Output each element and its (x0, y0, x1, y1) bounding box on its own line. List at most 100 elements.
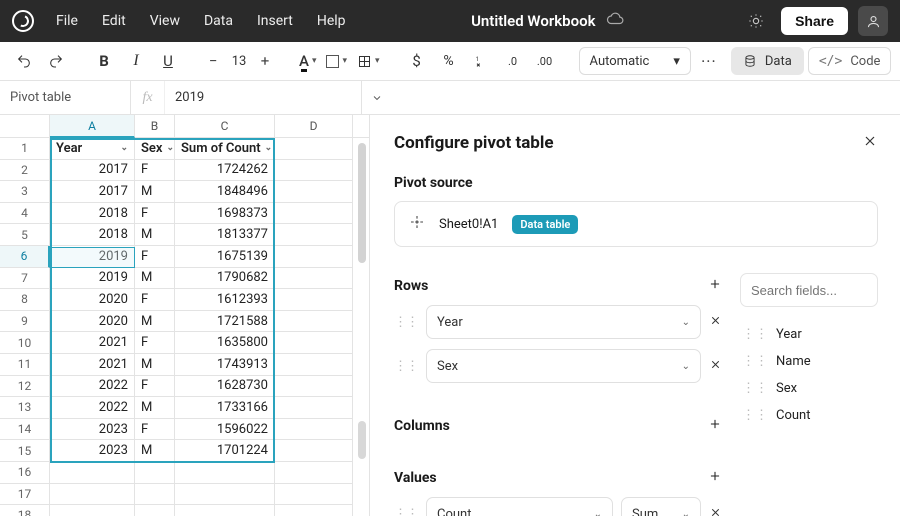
cell[interactable]: 1790682 (175, 268, 275, 290)
cell[interactable]: 2020 (50, 311, 135, 333)
cell[interactable] (275, 160, 353, 182)
bold-button[interactable]: B (90, 47, 118, 75)
cell[interactable]: 1733166 (175, 397, 275, 419)
cell[interactable]: F (135, 419, 175, 441)
fill-color-button[interactable]: ▾ (323, 55, 350, 68)
row-header[interactable]: 17 (0, 484, 50, 506)
remove-value-count-button[interactable] (709, 506, 722, 516)
value-agg-select[interactable]: Sum⌄ (621, 497, 701, 516)
cell[interactable]: 2022 (50, 397, 135, 419)
menu-data[interactable]: Data (196, 9, 241, 33)
row-field-sex[interactable]: Sex⌄ (426, 349, 701, 383)
cell[interactable] (275, 203, 353, 225)
row-header[interactable]: 13 (0, 397, 50, 419)
cell[interactable]: M (135, 354, 175, 376)
row-header[interactable]: 1 (0, 138, 50, 160)
cell[interactable] (275, 440, 353, 462)
cell[interactable]: M (135, 397, 175, 419)
remove-row-sex-button[interactable] (709, 358, 722, 375)
font-size-decrease[interactable]: − (202, 50, 224, 72)
cell[interactable]: 2022 (50, 376, 135, 398)
cell[interactable] (275, 224, 353, 246)
menu-file[interactable]: File (48, 9, 86, 33)
cell[interactable]: 2021 (50, 354, 135, 376)
row-header[interactable]: 14 (0, 419, 50, 441)
more-toolbar-button[interactable]: ··· (695, 47, 723, 75)
borders-button[interactable]: ▾ (354, 54, 383, 69)
grid-scrollbar[interactable] (358, 143, 366, 504)
remove-row-year-button[interactable] (709, 314, 722, 331)
cell[interactable] (50, 462, 135, 484)
number-format-select[interactable]: Automatic ▾ (579, 47, 691, 75)
cell[interactable] (135, 484, 175, 506)
field-year[interactable]: ⋮⋮Year (740, 321, 878, 348)
cell[interactable] (175, 484, 275, 506)
cell[interactable]: 1628730 (175, 376, 275, 398)
cell-active[interactable]: 2019 (50, 246, 135, 268)
cell[interactable] (275, 505, 353, 516)
format-currency-button[interactable]: $ (403, 47, 431, 75)
menu-view[interactable]: View (142, 9, 188, 33)
cell[interactable]: F (135, 332, 175, 354)
cell[interactable] (275, 246, 353, 268)
row-header[interactable]: 16 (0, 462, 50, 484)
cell[interactable] (275, 419, 353, 441)
cell[interactable]: 2017 (50, 160, 135, 182)
cell[interactable]: 1675139 (175, 246, 275, 268)
cell[interactable]: M (135, 440, 175, 462)
cell[interactable]: M (135, 311, 175, 333)
workbook-title[interactable]: Untitled Workbook (362, 10, 734, 32)
cell[interactable]: 2018 (50, 224, 135, 246)
value-field-count[interactable]: Count⌄ (426, 497, 613, 516)
cell[interactable] (135, 505, 175, 516)
field-name[interactable]: ⋮⋮Name (740, 348, 878, 375)
cell[interactable] (275, 397, 353, 419)
pivot-header-sum[interactable]: Sum of Count⌄ (175, 138, 275, 160)
search-fields-input[interactable] (740, 273, 878, 307)
field-count[interactable]: ⋮⋮Count (740, 402, 878, 429)
cell[interactable]: F (135, 246, 175, 268)
cell[interactable] (175, 505, 275, 516)
cell[interactable] (275, 484, 353, 506)
cell[interactable]: F (135, 160, 175, 182)
increase-decimal-button[interactable]: .00 (531, 47, 559, 75)
cell[interactable]: 2019 (50, 268, 135, 290)
cell[interactable]: F (135, 376, 175, 398)
target-picker-icon[interactable] (409, 214, 425, 234)
row-header[interactable]: 8 (0, 289, 50, 311)
add-value-field-button[interactable] (708, 469, 722, 487)
cell[interactable]: 2017 (50, 181, 135, 203)
cell[interactable]: 1635800 (175, 332, 275, 354)
name-box[interactable]: Pivot table (0, 81, 131, 114)
formula-expand-button[interactable] (361, 81, 391, 114)
menu-help[interactable]: Help (309, 9, 354, 33)
underline-button[interactable]: U (154, 47, 182, 75)
cell[interactable]: 1721588 (175, 311, 275, 333)
cell[interactable] (275, 311, 353, 333)
code-panel-button[interactable]: </> Code (808, 47, 892, 75)
row-header[interactable]: 12 (0, 376, 50, 398)
cell[interactable]: M (135, 268, 175, 290)
theme-toggle-icon[interactable] (741, 6, 771, 36)
share-button[interactable]: Share (781, 7, 848, 35)
cell[interactable]: 2018 (50, 203, 135, 225)
cell[interactable]: 1612393 (175, 289, 275, 311)
decrease-decimal-button[interactable]: .0 (499, 47, 527, 75)
cell[interactable] (275, 354, 353, 376)
font-size-increase[interactable]: + (254, 50, 276, 72)
col-header-B[interactable]: B (135, 115, 175, 137)
row-header[interactable]: 6 (0, 246, 50, 268)
close-panel-button[interactable] (862, 133, 878, 153)
pivot-source-box[interactable]: Sheet0!A1 Data table (394, 201, 878, 247)
cell[interactable]: F (135, 289, 175, 311)
italic-button[interactable]: I (122, 47, 150, 75)
format-percent-button[interactable]: % (435, 47, 463, 75)
row-header[interactable]: 11 (0, 354, 50, 376)
cell[interactable]: 2023 (50, 419, 135, 441)
cell[interactable]: 1813377 (175, 224, 275, 246)
cell[interactable]: 2021 (50, 332, 135, 354)
undo-button[interactable] (10, 47, 38, 75)
cell[interactable] (275, 181, 353, 203)
pivot-header-sex[interactable]: Sex⌄ (135, 138, 175, 160)
col-header-A[interactable]: A (50, 115, 135, 138)
